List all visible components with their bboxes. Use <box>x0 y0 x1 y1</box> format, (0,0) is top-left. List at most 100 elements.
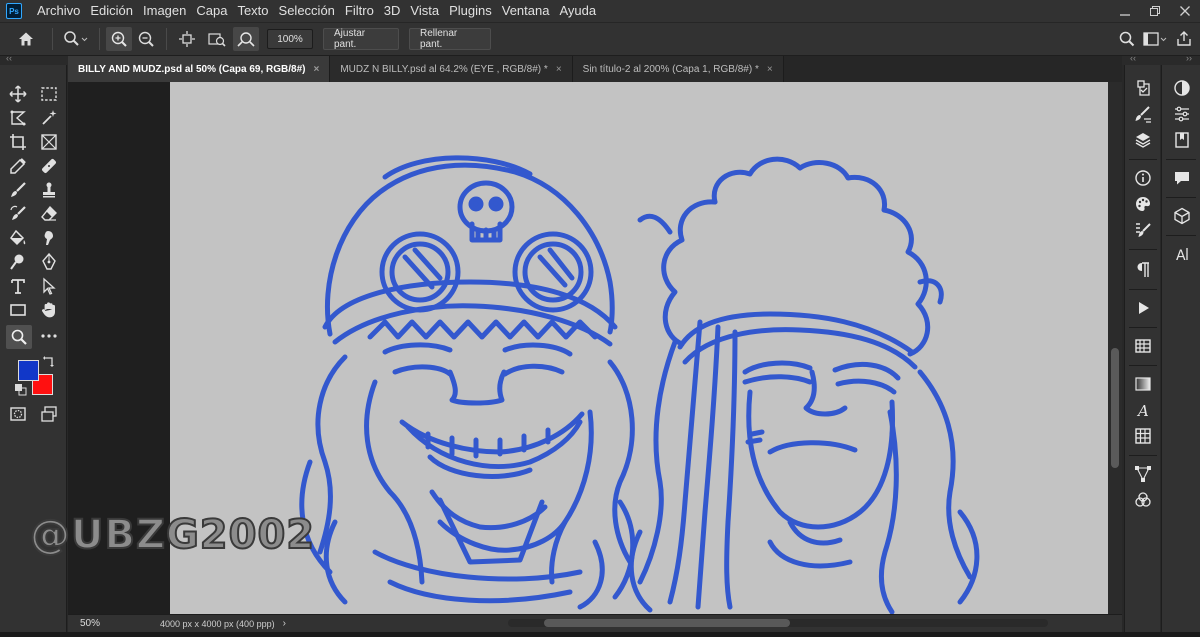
3d-panel-button[interactable] <box>1170 205 1194 227</box>
workspace-icon <box>1143 32 1167 46</box>
info-panel-button[interactable] <box>1131 167 1155 189</box>
color-panel-toggle[interactable] <box>1170 77 1194 99</box>
magic-wand-tool[interactable] <box>37 107 61 129</box>
vertical-scrollbar[interactable] <box>1108 82 1122 614</box>
close-tab-icon[interactable]: × <box>556 64 562 75</box>
history-panel-button[interactable] <box>1131 77 1155 99</box>
eyedropper-tool[interactable] <box>6 155 30 177</box>
smudge-tool[interactable] <box>37 227 61 249</box>
minimize-button[interactable] <box>1110 0 1140 22</box>
character-panel-button[interactable]: A <box>1170 243 1194 265</box>
foreground-color-swatch[interactable] <box>18 360 39 381</box>
close-tab-icon[interactable]: × <box>767 64 773 75</box>
menu-seleccion[interactable]: Selección <box>274 0 340 22</box>
zoom-tool-preset[interactable] <box>59 27 93 51</box>
menu-filtro[interactable]: Filtro <box>340 0 379 22</box>
healing-brush-tool[interactable] <box>37 155 61 177</box>
horizontal-scrollbar[interactable] <box>508 619 1048 627</box>
path-selection-tool[interactable] <box>37 275 61 297</box>
zoom-tool[interactable] <box>6 325 32 349</box>
move-tool[interactable] <box>6 83 30 105</box>
frame-tool[interactable] <box>37 131 61 153</box>
more-tools-button[interactable] <box>37 325 61 347</box>
gradient-icon <box>1135 377 1151 391</box>
zoom-percentage-field[interactable]: 100% <box>267 29 313 49</box>
tool-presets-panel-button[interactable] <box>1131 219 1155 241</box>
timeline-panel-button[interactable] <box>1131 335 1155 357</box>
eraser-tool[interactable] <box>37 203 61 225</box>
dodge-tool[interactable] <box>6 251 30 273</box>
layers-panel-button[interactable] <box>1131 129 1155 151</box>
horizontal-scrollbar-thumb[interactable] <box>544 619 790 627</box>
menu-3d[interactable]: 3D <box>379 0 406 22</box>
hand-tool[interactable] <box>37 299 61 321</box>
status-zoom-level[interactable]: 50% <box>68 618 112 629</box>
menu-ayuda[interactable]: Ayuda <box>554 0 601 22</box>
separator <box>52 28 53 50</box>
zoom-out-button[interactable] <box>132 27 160 51</box>
actions-panel-button[interactable] <box>1131 297 1155 319</box>
color-panel-button[interactable] <box>1131 489 1155 511</box>
paths-panel-button[interactable] <box>1131 463 1155 485</box>
marquee-tool[interactable] <box>37 83 61 105</box>
zoom-all-windows-button[interactable] <box>201 27 233 51</box>
workspace-switcher-button[interactable] <box>1140 27 1170 51</box>
rectangle-tool[interactable] <box>6 299 30 321</box>
channels-panel-button[interactable] <box>1131 425 1155 447</box>
status-menu-chevron[interactable]: › <box>283 618 286 629</box>
menu-edicion[interactable]: Edición <box>85 0 138 22</box>
expand-panels-icon[interactable]: ‹‹ <box>1130 53 1136 63</box>
libraries-panel-button[interactable] <box>1170 129 1194 151</box>
collapse-toolbar-icon[interactable]: ‹‹ <box>6 53 12 63</box>
crop-tool[interactable] <box>6 131 30 153</box>
search-button[interactable] <box>1114 27 1140 51</box>
brush-icon <box>11 182 26 197</box>
comments-panel-button[interactable] <box>1170 167 1194 189</box>
brush-tool[interactable] <box>6 179 30 201</box>
menu-ventana[interactable]: Ventana <box>497 0 555 22</box>
fill-screen-button[interactable]: Rellenar pant. <box>409 28 491 50</box>
adjustments-panel-button[interactable] <box>1170 103 1194 125</box>
close-button[interactable] <box>1170 0 1200 22</box>
share-button[interactable] <box>1170 27 1198 51</box>
clone-stamp-tool[interactable] <box>37 179 61 201</box>
color-wheel-icon <box>1174 80 1190 96</box>
gradients-panel-button[interactable] <box>1131 373 1155 395</box>
restore-button[interactable] <box>1140 0 1170 22</box>
pen-tool[interactable] <box>37 251 61 273</box>
default-colors-button[interactable] <box>14 383 28 397</box>
tab-mudz-n-billy[interactable]: MUDZ N BILLY.psd al 64.2% (EYE , RGB/8#)… <box>330 56 573 82</box>
menu-capa[interactable]: Capa <box>191 0 232 22</box>
type-tool[interactable] <box>6 275 30 297</box>
home-button[interactable] <box>6 27 46 51</box>
menu-imagen[interactable]: Imagen <box>138 0 191 22</box>
grid-icon <box>1135 428 1151 444</box>
scrubby-zoom-button[interactable] <box>233 27 259 51</box>
paint-bucket-tool[interactable] <box>6 227 30 249</box>
lasso-icon <box>10 110 26 126</box>
tab-billy-and-mudz[interactable]: BILLY AND MUDZ.psd al 50% (Capa 69, RGB/… <box>68 56 331 82</box>
menu-texto[interactable]: Texto <box>232 0 273 22</box>
fit-screen-button[interactable]: Ajustar pant. <box>323 28 399 50</box>
glyphs-panel-button[interactable]: A <box>1131 399 1155 421</box>
zoom-in-icon <box>111 31 127 47</box>
tab-sin-titulo-2[interactable]: Sin título-2 al 200% (Capa 1, RGB/8#) * … <box>572 56 784 82</box>
close-tab-icon[interactable]: × <box>313 64 319 75</box>
swatches-panel-button[interactable] <box>1131 193 1155 215</box>
resize-windows-button[interactable] <box>173 27 201 51</box>
lasso-tool[interactable] <box>6 107 30 129</box>
swap-colors-button[interactable] <box>42 354 56 368</box>
zoom-in-button[interactable] <box>106 27 132 51</box>
history-brush-tool[interactable] <box>6 203 30 225</box>
restore-icon <box>1150 6 1160 16</box>
screen-mode-button[interactable] <box>37 403 61 425</box>
paragraph-panel-button[interactable] <box>1131 259 1155 281</box>
panel-separator <box>1129 365 1157 366</box>
menu-vista[interactable]: Vista <box>405 0 444 22</box>
menu-plugins[interactable]: Plugins <box>444 0 497 22</box>
vertical-scrollbar-thumb[interactable] <box>1111 348 1119 468</box>
brush-settings-panel-button[interactable] <box>1131 103 1155 125</box>
menu-archivo[interactable]: Archivo <box>32 0 85 22</box>
quick-mask-button[interactable] <box>6 403 30 425</box>
collapse-panels-icon[interactable]: ›› <box>1186 53 1192 63</box>
